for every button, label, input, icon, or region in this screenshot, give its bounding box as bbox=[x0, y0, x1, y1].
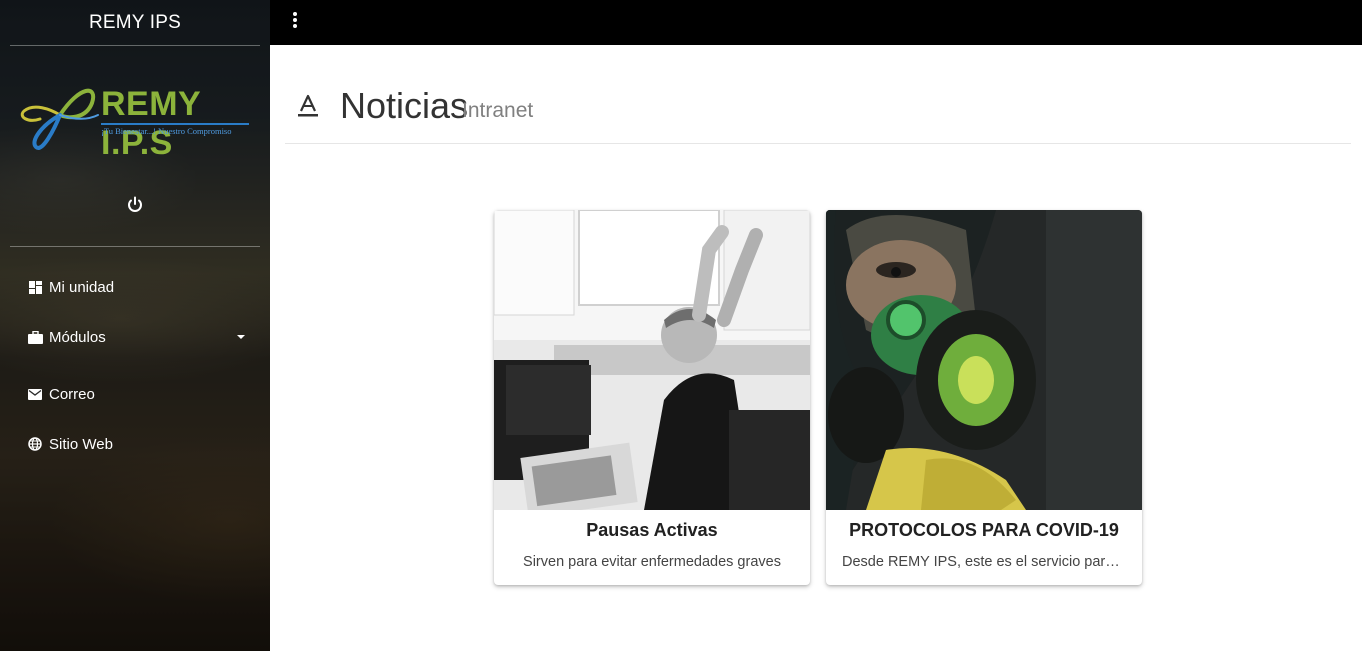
logo-tagline: ¡Tu Bienestar...! Nuestro Compromiso bbox=[101, 126, 232, 136]
dashboard-icon bbox=[27, 279, 43, 295]
top-bar bbox=[270, 0, 1362, 45]
sidebar-item-correo[interactable]: Correo bbox=[27, 383, 95, 405]
page-header: Noticias Intranet bbox=[285, 85, 1351, 144]
card-image bbox=[494, 210, 810, 510]
sidebar: REMY IPS REMY I.P.S ¡Tu Bienestar...! Nu… bbox=[0, 0, 270, 651]
sidebar-item-label: Módulos bbox=[49, 328, 106, 346]
power-icon[interactable] bbox=[124, 194, 146, 216]
news-card-pausas-activas[interactable]: Pausas Activas Sirven para evitar enferm… bbox=[494, 210, 810, 585]
sidebar-divider bbox=[10, 45, 260, 46]
sidebar-divider-lower bbox=[10, 246, 260, 247]
sidebar-item-mi-unidad[interactable]: Mi unidad bbox=[27, 276, 114, 298]
sidebar-item-label: Sitio Web bbox=[49, 435, 113, 453]
chevron-down-icon[interactable] bbox=[237, 335, 245, 339]
sidebar-item-label: Mi unidad bbox=[49, 278, 115, 296]
globe-icon bbox=[27, 436, 43, 452]
brand-title: REMY IPS bbox=[88, 11, 182, 33]
card-description: Desde REMY IPS, este es el servicio para… bbox=[842, 554, 1126, 570]
card-title: PROTOCOLOS PARA COVID-19 bbox=[849, 520, 1119, 540]
page-subtitle: Intranet bbox=[462, 99, 534, 122]
sidebar-item-modulos[interactable]: Módulos bbox=[27, 326, 106, 348]
more-vert-icon[interactable] bbox=[292, 12, 298, 28]
logo-symbol bbox=[20, 88, 99, 150]
sidebar-item-sitio-web[interactable]: Sitio Web bbox=[27, 433, 113, 455]
company-logo: REMY I.P.S ¡Tu Bienestar...! Nuestro Com… bbox=[20, 75, 252, 162]
logo-underline bbox=[101, 123, 249, 125]
briefcase-icon bbox=[27, 329, 43, 345]
mail-icon bbox=[27, 386, 43, 402]
page-title: Noticias bbox=[340, 85, 469, 126]
card-title: Pausas Activas bbox=[586, 520, 718, 540]
news-card-protocolos-covid[interactable]: PROTOCOLOS PARA COVID-19 Desde REMY IPS,… bbox=[826, 210, 1142, 585]
text-format-icon bbox=[297, 93, 319, 117]
sidebar-item-label: Correo bbox=[49, 385, 95, 403]
card-image bbox=[826, 210, 1142, 510]
card-description: Sirven para evitar enfermedades graves bbox=[523, 554, 781, 570]
